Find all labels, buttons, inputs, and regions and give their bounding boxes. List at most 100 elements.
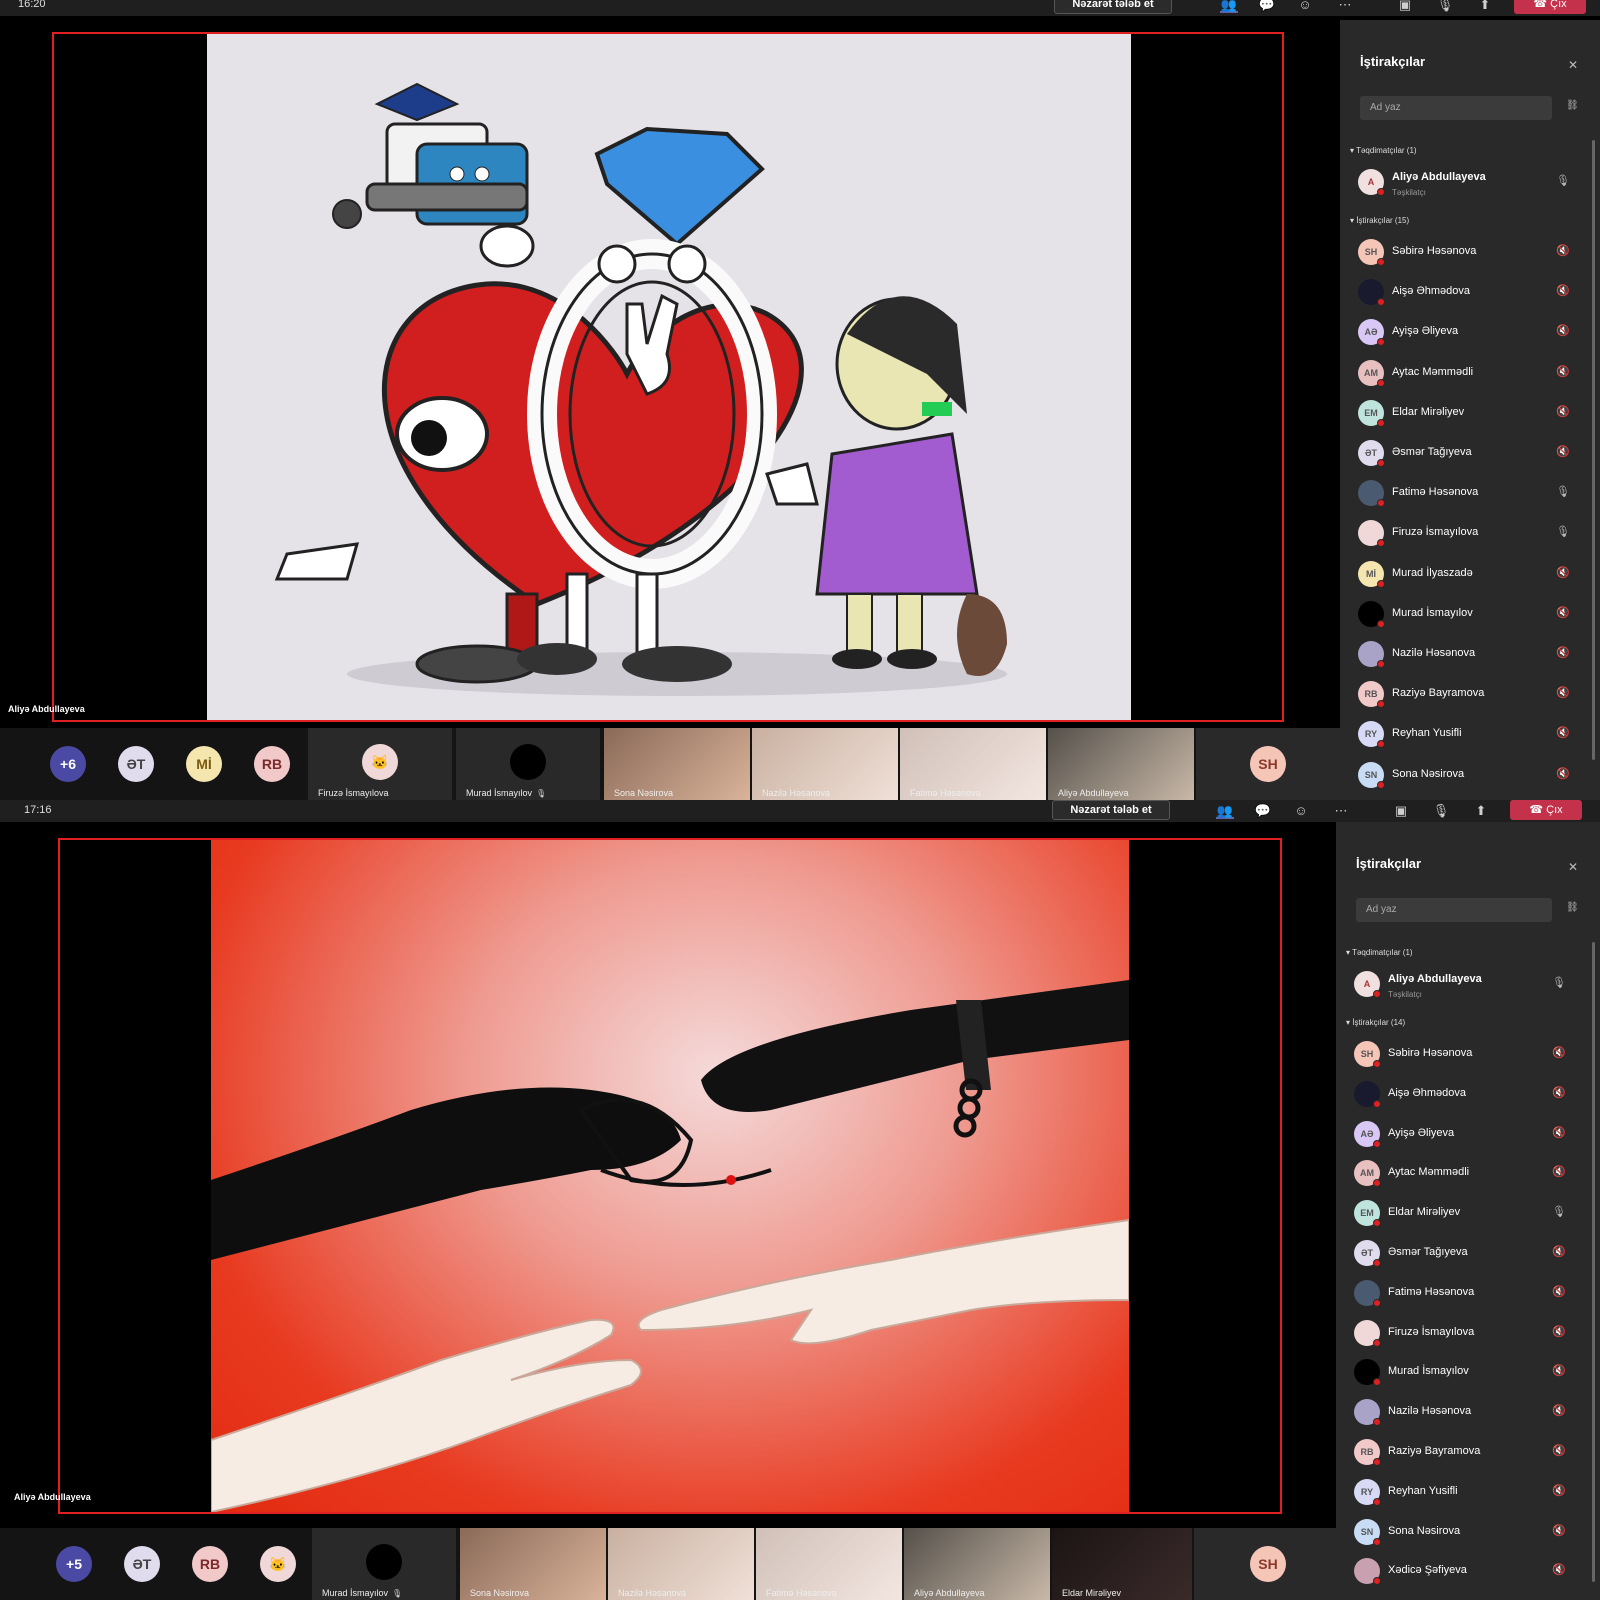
presenters-header[interactable]: ▾ Təqdimatçılar (1) (1346, 948, 1413, 957)
link-icon[interactable]: ⛓ (1566, 100, 1579, 111)
chat-icon[interactable]: 💬 (1254, 803, 1272, 819)
mic-off-icon[interactable]: 🎙 (1436, 0, 1454, 13)
participant-row[interactable]: Firuzə İsmayılova 🔇 (1354, 1317, 1584, 1351)
participant-name: Səbirə Həsənova (1392, 245, 1477, 257)
participant-row[interactable]: Nazilə Həsənova 🔇 (1354, 1396, 1584, 1430)
avatar[interactable]: RB (254, 746, 290, 782)
attendees-header[interactable]: ▾ İştirakçılar (14) (1346, 1018, 1405, 1027)
reactions-icon[interactable]: ☺ (1292, 803, 1310, 819)
participant-row[interactable]: Murad İsmayılov 🔇 (1358, 598, 1588, 632)
participant-row[interactable]: RY Reyhan Yusifli 🔇 (1354, 1476, 1584, 1510)
participant-row[interactable]: Aişə Əhmədova 🔇 (1354, 1078, 1584, 1112)
participant-row[interactable]: SH Səbirə Həsənova 🔇 (1354, 1038, 1584, 1072)
participant-row[interactable]: AƏ Ayişə Əliyeva 🔇 (1354, 1118, 1584, 1152)
mic-icon: 🎙 (1552, 977, 1566, 989)
leave-button[interactable]: ☎ Çıx (1514, 0, 1586, 14)
participant-row[interactable]: Mİ Murad İlyaszadə 🔇 (1358, 558, 1588, 592)
request-control-button[interactable]: Nəzarət tələb et (1054, 0, 1172, 14)
meeting-time: 16:20 (18, 0, 46, 10)
participant-row[interactable]: SH Səbirə Həsənova 🔇 (1358, 236, 1588, 270)
people-icon[interactable]: 👥 (1216, 803, 1234, 819)
participant-name: Ayişə Əliyeva (1388, 1126, 1455, 1139)
search-input[interactable]: Ad yaz (1360, 96, 1552, 120)
participant-row[interactable]: Firuzə İsmayılova 🎙 (1358, 517, 1588, 551)
scrollbar[interactable] (1592, 942, 1595, 1582)
presenter-row[interactable]: A Aliyə Abdullayeva Təşkilatçı 🎙 (1354, 968, 1584, 1002)
overflow-count[interactable]: +6 (50, 746, 86, 782)
participant-row[interactable]: RY Reyhan Yusifli 🔇 (1358, 718, 1588, 752)
avatar[interactable]: ƏT (124, 1546, 160, 1582)
participant-row[interactable]: Fatimə Həsənova 🎙 (1358, 477, 1588, 511)
participant-row[interactable]: Murad İsmayılov 🔇 (1354, 1356, 1584, 1390)
presenter-row[interactable]: A Aliyə Abdullayeva Təşkilatçı 🎙 (1358, 166, 1588, 200)
mic-off-icon: 🔇 (1556, 727, 1570, 740)
video-tile[interactable]: Aliyə Abdullayeva (1048, 728, 1194, 800)
presenters-header-text: Təqdimatçılar (1) (1352, 948, 1413, 957)
video-tile[interactable]: Eldar Mirəliyev (1052, 1528, 1192, 1600)
self-tile[interactable]: SH (1194, 1528, 1340, 1600)
leave-button[interactable]: ☎ Çıx (1510, 800, 1582, 820)
participant-row[interactable]: RB Raziyə Bayramova 🔇 (1358, 678, 1588, 712)
close-icon[interactable]: ✕ (1568, 58, 1578, 72)
video-tile[interactable]: Fatimə Həsənova (900, 728, 1046, 800)
video-tile[interactable]: Sona Nəsirova (460, 1528, 606, 1600)
scrollbar[interactable] (1592, 140, 1595, 760)
chat-icon[interactable]: 💬 (1258, 0, 1276, 13)
share-icon[interactable]: ⬆ (1472, 803, 1490, 819)
mic-off-icon: 🔇 (1556, 687, 1570, 700)
share-icon[interactable]: ⬆ (1476, 0, 1494, 13)
reactions-icon[interactable]: ☺ (1296, 0, 1314, 13)
participant-name: Xədicə Şəfiyeva (1388, 1564, 1467, 1577)
presenters-header[interactable]: ▾ Təqdimatçılar (1) (1350, 146, 1417, 155)
request-control-button[interactable]: Nəzarət tələb et (1052, 800, 1170, 820)
participant-row[interactable]: Fatimə Həsənova 🔇 (1354, 1277, 1584, 1311)
camera-off-icon[interactable]: ▣ (1396, 0, 1414, 13)
avatar[interactable]: Mİ (186, 746, 222, 782)
status-dot (1377, 459, 1385, 467)
mic-off-icon: 🔇 (1556, 647, 1570, 659)
search-input[interactable]: Ad yaz (1356, 898, 1552, 922)
mic-off-icon[interactable]: 🎙 (1432, 803, 1450, 819)
participant-row[interactable]: RB Raziyə Bayramova 🔇 (1354, 1436, 1584, 1470)
overflow-count[interactable]: +5 (56, 1546, 92, 1582)
participant-row[interactable]: Xədicə Şəfiyeva 🔇 (1354, 1555, 1584, 1589)
video-tile[interactable]: Sona Nəsirova (604, 728, 750, 800)
participant-row[interactable]: ƏT Əsmər Tağıyeva 🔇 (1358, 437, 1588, 471)
avatar[interactable]: ƏT (118, 746, 154, 782)
video-tile[interactable]: Fatimə Həsənova (756, 1528, 902, 1600)
participant-row[interactable]: AM Aytac Məmmədli 🔇 (1358, 357, 1588, 391)
tile-name: Murad İsmayılov 🎙 (322, 1588, 402, 1598)
close-icon[interactable]: ✕ (1568, 860, 1578, 874)
link-icon[interactable]: ⛓ (1566, 902, 1579, 913)
attendees-header[interactable]: ▾ İştirakçılar (15) (1350, 216, 1409, 225)
tile-name: Nazilə Həsənova (762, 788, 831, 798)
tile-name-text: Murad İsmayılov (466, 788, 533, 798)
status-dot (1373, 1179, 1381, 1188)
status-dot (1373, 990, 1381, 998)
people-icon[interactable]: 👥 (1220, 0, 1238, 13)
light-hand-left (211, 1318, 642, 1512)
avatar[interactable]: RB (192, 1546, 228, 1582)
video-tile[interactable]: Aliyə Abdullayeva (904, 1528, 1050, 1600)
participant-name: Aytac Məmmədli (1388, 1166, 1470, 1179)
camera-off-icon[interactable]: ▣ (1392, 803, 1410, 819)
participant-row[interactable]: EM Eldar Mirəliyev 🔇 (1358, 397, 1588, 431)
self-tile[interactable]: SH (1196, 728, 1340, 800)
participant-row[interactable]: AM Aytac Məmmədli 🔇 (1354, 1157, 1584, 1191)
hands-illustration (211, 980, 1129, 1512)
more-icon[interactable]: ⋯ (1332, 803, 1350, 819)
participant-row[interactable]: Aişə Əhmədova 🔇 (1358, 276, 1588, 310)
participant-row[interactable]: SN Sona Nəsirova 🔇 (1354, 1516, 1584, 1550)
participant-tile[interactable]: Murad İsmayılov 🎙 (456, 728, 600, 800)
more-icon[interactable]: ⋯ (1336, 0, 1354, 13)
participant-tile[interactable]: Murad İsmayılov 🎙 (312, 1528, 456, 1600)
video-tile[interactable]: Nazilə Həsənova (752, 728, 898, 800)
participant-tile[interactable]: 🐱 Firuzə İsmayılova (308, 728, 452, 800)
video-tile[interactable]: Nazilə Həsənova (608, 1528, 754, 1600)
participant-row[interactable]: SN Sona Nəsirova 🔇 (1358, 759, 1588, 793)
participant-row[interactable]: EM Eldar Mirəliyev 🎙 (1354, 1197, 1584, 1231)
avatar[interactable]: 🐱 (260, 1546, 296, 1582)
participant-row[interactable]: Nazilə Həsənova 🔇 (1358, 638, 1588, 672)
participant-row[interactable]: AƏ Ayişə Əliyeva 🔇 (1358, 316, 1588, 350)
participant-row[interactable]: ƏT Əsmər Tağıyeva 🔇 (1354, 1237, 1584, 1271)
